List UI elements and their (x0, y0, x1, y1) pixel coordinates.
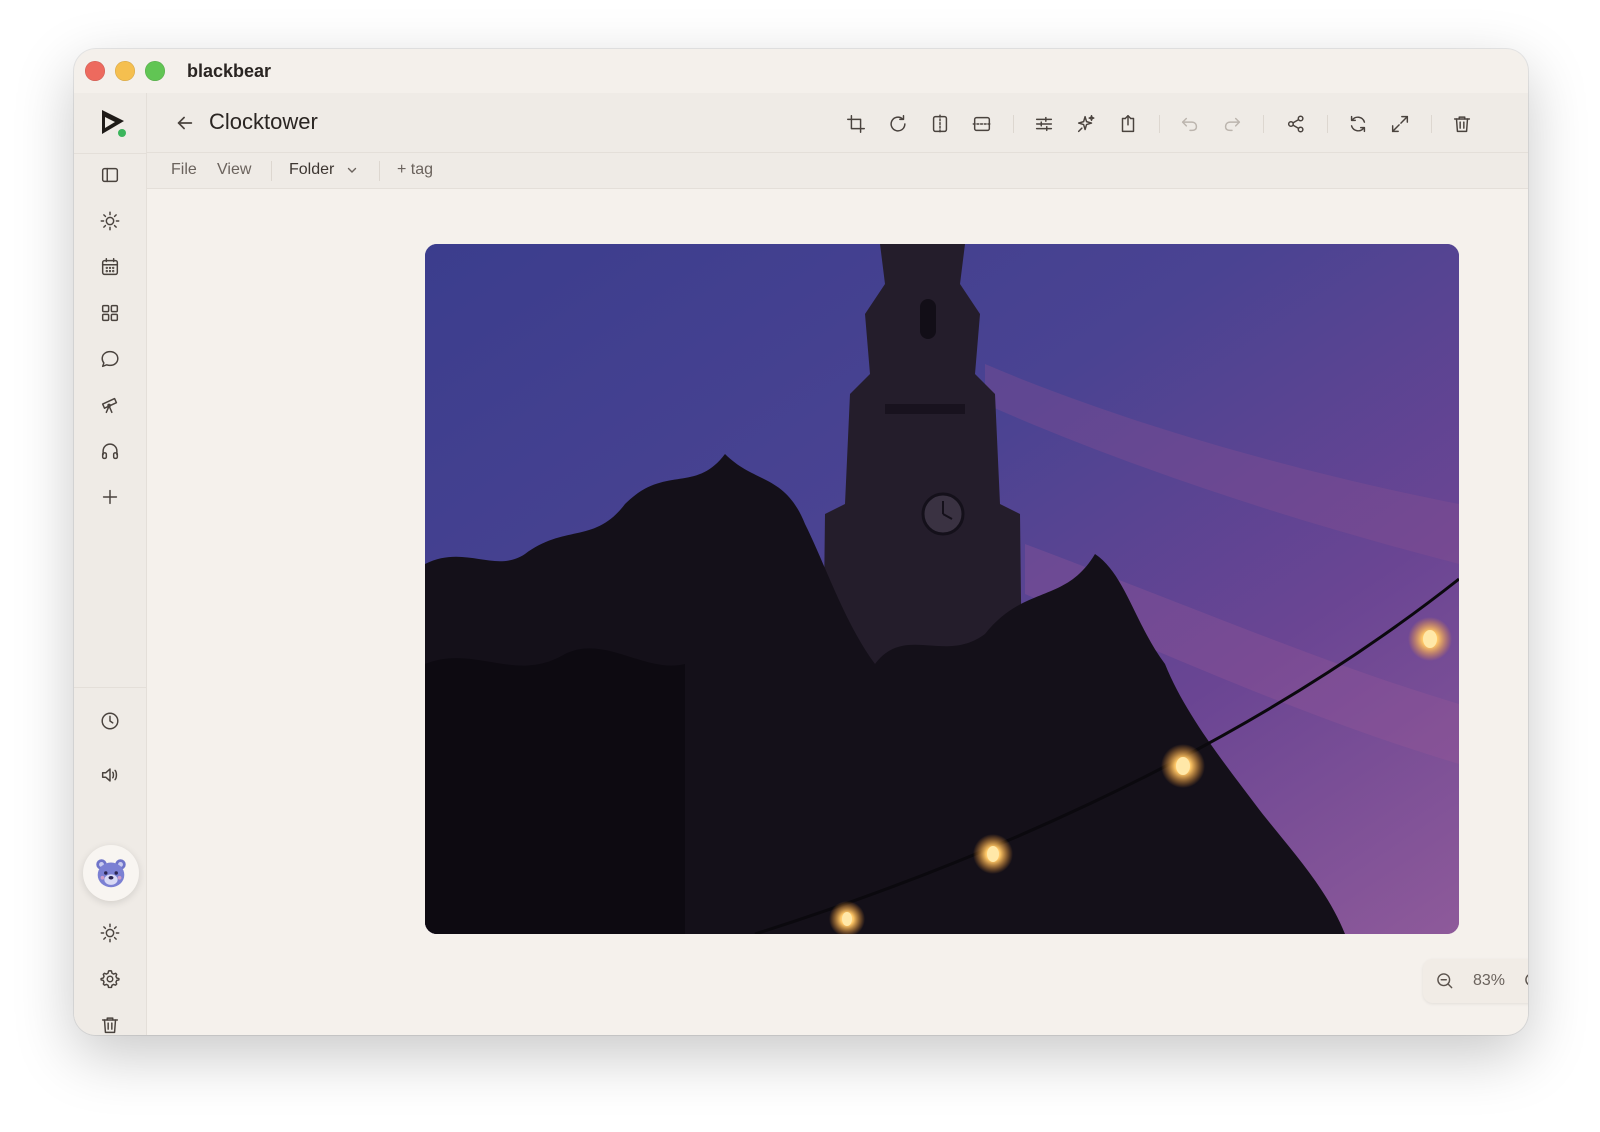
sidebar (74, 93, 147, 1035)
redo-button[interactable] (1217, 109, 1247, 139)
sidebar-divider (74, 153, 146, 154)
app-logo-icon[interactable] (98, 107, 130, 139)
toolbar-divider (1263, 115, 1264, 133)
trash-icon (1453, 116, 1471, 133)
flip-horizontal-icon (932, 114, 948, 134)
menu-divider (271, 161, 272, 181)
sidebar-add-button[interactable] (90, 477, 130, 517)
export-button[interactable] (1113, 109, 1143, 139)
close-window-button[interactable] (85, 61, 105, 81)
sidebar-item-gallery[interactable] (90, 293, 130, 333)
sparkle-icon (1077, 115, 1095, 133)
clock-icon (101, 712, 119, 730)
photo-illustration (425, 244, 1459, 934)
arrow-left-icon (177, 116, 193, 130)
menu-bar: File View Folder + tag (147, 153, 1528, 189)
telescope-icon (101, 397, 118, 414)
sidebar-item-audio[interactable] (90, 431, 130, 471)
rotate-icon (890, 115, 906, 132)
add-tag-button[interactable]: + tag (397, 161, 433, 179)
sidebar-toggle-button[interactable] (90, 155, 130, 195)
undo-button[interactable] (1175, 109, 1205, 139)
title-bar: blackbear (74, 49, 1528, 93)
sidebar-item-chat[interactable] (90, 339, 130, 379)
toolbar-divider (1013, 115, 1014, 133)
sidebar-item-history[interactable] (90, 701, 130, 741)
app-title: blackbear (187, 60, 272, 81)
flip-vertical-icon (972, 116, 992, 132)
sidebar-item-today[interactable] (90, 201, 130, 241)
plus-icon (102, 489, 118, 505)
minimize-window-button[interactable] (115, 61, 135, 81)
adjust-button[interactable] (1029, 109, 1059, 139)
menu-file[interactable]: File (171, 161, 197, 179)
rotate-button[interactable] (883, 109, 913, 139)
speaker-icon (101, 768, 118, 782)
undo-icon (1181, 117, 1198, 132)
sidebar-toggle-icon (101, 167, 119, 183)
maximize-window-button[interactable] (145, 61, 165, 81)
sidebar-trash-button[interactable] (90, 1005, 130, 1035)
calendar-icon (101, 258, 119, 276)
export-icon (1121, 115, 1135, 133)
flip-horizontal-button[interactable] (925, 109, 955, 139)
sidebar-divider (74, 687, 146, 688)
expand-button[interactable] (1385, 109, 1415, 139)
zoom-level: 83% (1472, 972, 1506, 989)
enhance-button[interactable] (1071, 109, 1101, 139)
app-window: blackbear Clocktower File View Folder + … (74, 49, 1528, 1035)
sidebar-item-sound[interactable] (90, 755, 130, 795)
grid-icon (101, 304, 119, 322)
refresh-icon (1350, 115, 1366, 133)
user-avatar[interactable] (83, 845, 139, 901)
toolbar-divider (1159, 115, 1160, 133)
bear-avatar-icon (96, 859, 126, 888)
sun-icon (100, 211, 120, 231)
sidebar-item-explore[interactable] (90, 385, 130, 425)
headphones-icon (101, 443, 119, 460)
expand-icon (1391, 115, 1409, 133)
zoom-in-button[interactable] (1521, 969, 1528, 993)
flip-vertical-button[interactable] (967, 109, 997, 139)
sliders-icon (1035, 116, 1053, 132)
toolbar-divider (1431, 115, 1432, 133)
crop-icon (847, 115, 865, 133)
sidebar-item-calendar[interactable] (90, 247, 130, 287)
back-button[interactable] (171, 109, 199, 137)
zoom-control: 83% (1423, 959, 1528, 1003)
sun-icon (100, 923, 120, 943)
share-button[interactable] (1281, 109, 1311, 139)
chat-icon (101, 350, 119, 368)
toolbar-divider (1327, 115, 1328, 133)
menu-view[interactable]: View (217, 161, 251, 179)
zoom-out-button[interactable] (1433, 969, 1457, 993)
sidebar-settings-button[interactable] (90, 959, 130, 999)
redo-icon (1224, 117, 1241, 132)
sidebar-theme-button[interactable] (90, 913, 130, 953)
menu-divider (379, 161, 380, 181)
refresh-button[interactable] (1343, 109, 1373, 139)
photo-clocktower[interactable] (425, 244, 1459, 934)
zoom-in-icon (1525, 974, 1528, 986)
zoom-out-icon (1437, 973, 1453, 989)
folder-dropdown[interactable]: Folder (289, 161, 357, 179)
crop-button[interactable] (841, 109, 871, 139)
traffic-lights (85, 61, 165, 81)
folder-label: Folder (289, 161, 335, 178)
chevron-down-icon (347, 167, 357, 173)
page-title: Clocktower (209, 109, 318, 134)
delete-button[interactable] (1447, 109, 1477, 139)
image-viewer: 83% (147, 189, 1528, 1035)
trash-icon (101, 1017, 119, 1034)
share-icon (1287, 115, 1304, 133)
gear-icon (100, 970, 120, 989)
header-toolbar: Clocktower (147, 93, 1528, 153)
